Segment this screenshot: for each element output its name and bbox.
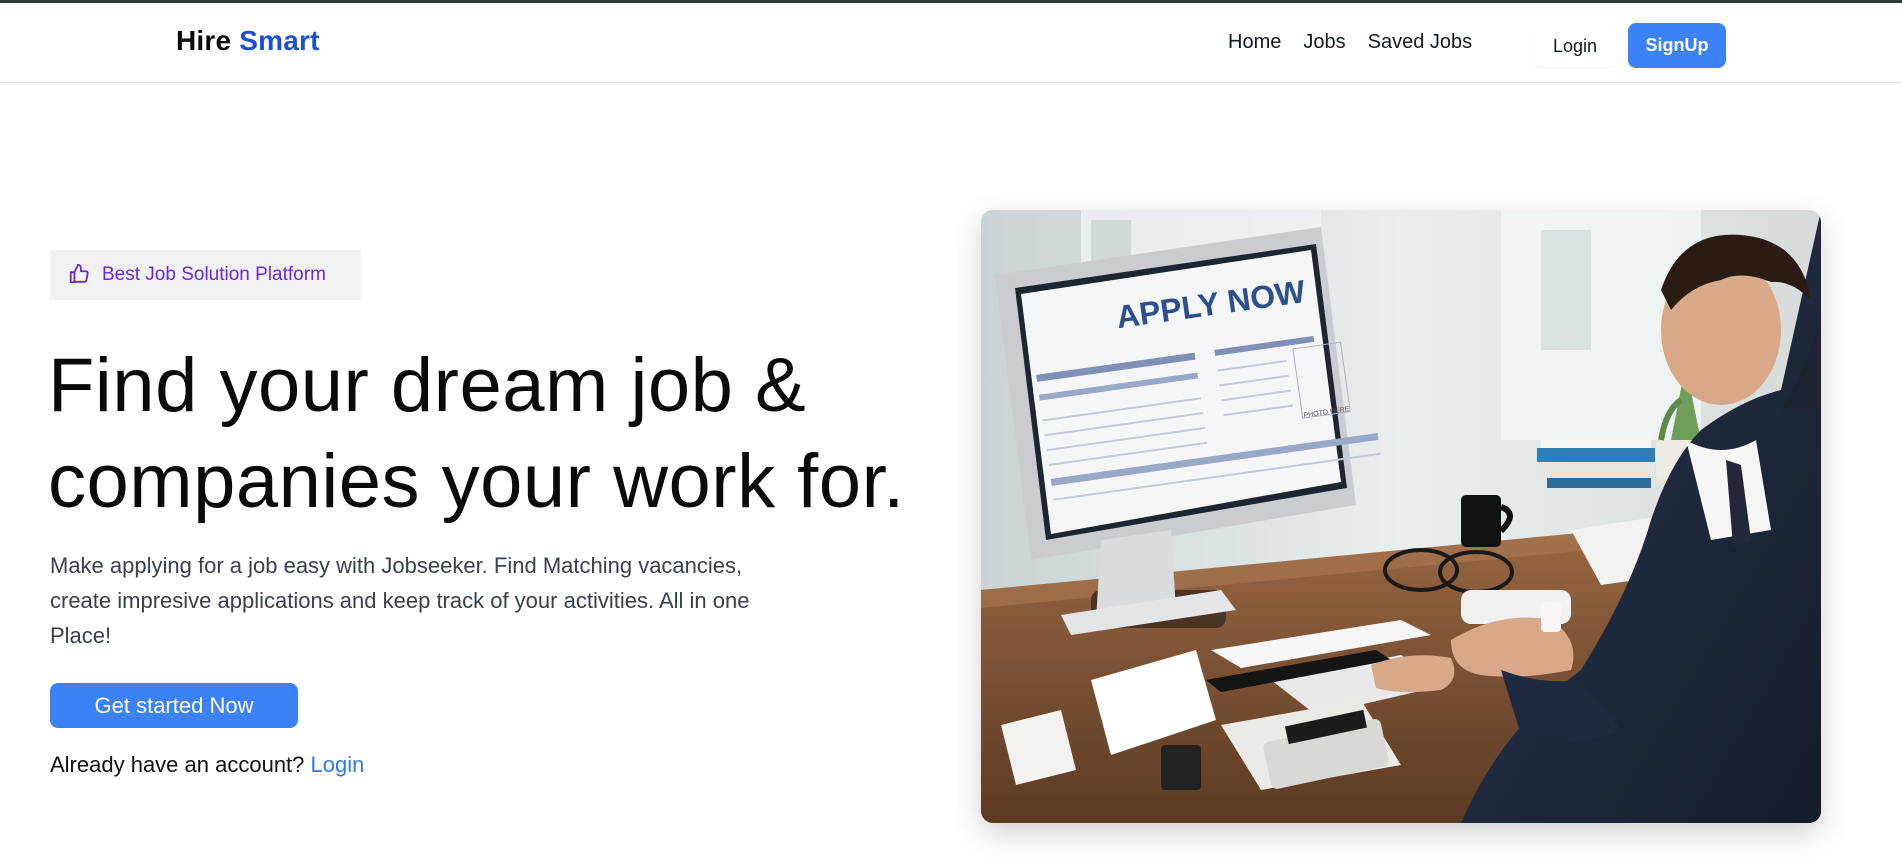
get-started-button[interactable]: Get started Now [50, 683, 298, 728]
main-nav: Home Jobs Saved Jobs [1228, 31, 1472, 54]
headline-line-1: Find your dream job & [48, 343, 807, 428]
hero-headline: Find your dream job & companies your wor… [48, 338, 948, 530]
login-link[interactable]: Login [311, 752, 365, 777]
hero-description: Make applying for a job easy with Jobsee… [50, 548, 790, 653]
account-prompt-text: Already have an account? [50, 752, 305, 777]
login-button[interactable]: Login [1534, 25, 1616, 67]
signup-button[interactable]: SignUp [1628, 23, 1726, 68]
description-line-1: Make applying for a job easy with Jobsee… [50, 553, 743, 578]
description-line-2: create impresive applications and keep t… [50, 588, 750, 613]
hero-image: APPLY NOW PHOTO HERE [981, 210, 1821, 823]
nav-home-link[interactable]: Home [1228, 31, 1281, 54]
brand-name-first: Hire [176, 25, 232, 56]
description-line-3: Place! [50, 623, 112, 648]
brand-name-second: Smart [239, 25, 320, 56]
nav-jobs-link[interactable]: Jobs [1303, 31, 1345, 54]
platform-badge: Best Job Solution Platform [50, 250, 361, 300]
office-desk-illustration: APPLY NOW PHOTO HERE [981, 210, 1821, 823]
account-prompt: Already have an account? Login [50, 752, 364, 778]
thumbs-up-icon [68, 263, 92, 287]
badge-text: Best Job Solution Platform [102, 264, 326, 285]
navbar: Hire Smart Home Jobs Saved Jobs Login Si… [0, 3, 1902, 83]
nav-saved-jobs-link[interactable]: Saved Jobs [1368, 31, 1473, 54]
brand-logo[interactable]: Hire Smart [176, 25, 320, 57]
headline-line-2: companies your work for. [48, 439, 905, 524]
